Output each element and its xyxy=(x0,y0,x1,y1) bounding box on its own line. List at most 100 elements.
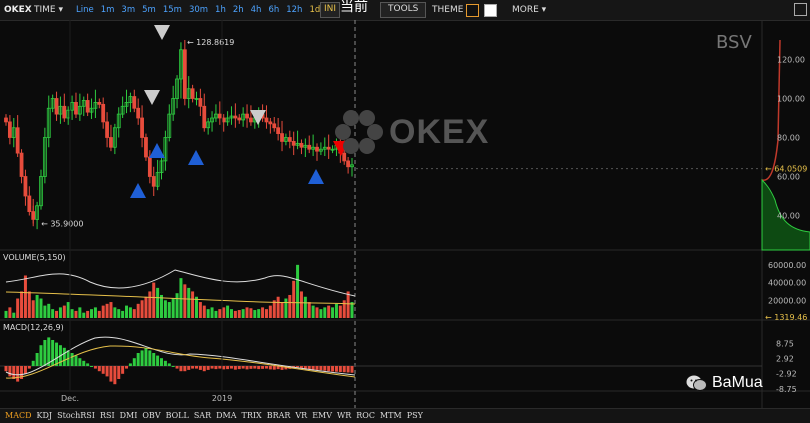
volume-bar xyxy=(43,305,47,318)
macd-bar xyxy=(93,366,97,369)
volume-bar xyxy=(327,305,331,318)
macd-bar xyxy=(125,366,129,369)
macd-bar xyxy=(55,342,59,366)
volume-bars xyxy=(4,264,354,318)
sell-signal-icon xyxy=(154,25,170,40)
buy-signal-icon xyxy=(188,150,204,165)
candle-body xyxy=(315,146,319,152)
volume-bar xyxy=(105,303,109,318)
macd-bar xyxy=(78,358,82,366)
volume-bar xyxy=(202,305,206,318)
volume-bar xyxy=(334,303,338,318)
volume-bar xyxy=(121,310,125,318)
candle-body xyxy=(202,105,207,129)
candle-body xyxy=(307,144,312,150)
interval-1m[interactable]: 1m xyxy=(101,4,115,16)
macd-bar xyxy=(183,366,187,372)
volume-bar xyxy=(163,300,167,318)
macd-bar xyxy=(82,360,86,366)
theme-dark-swatch[interactable] xyxy=(466,4,479,17)
macd-bar xyxy=(156,355,160,366)
indicator-tab-brar[interactable]: BRAR xyxy=(267,409,291,423)
macd-tick: -2.92 xyxy=(776,370,797,379)
interval-3m[interactable]: 3m xyxy=(121,4,135,16)
interval-5m[interactable]: 5m xyxy=(142,4,156,16)
candle-body xyxy=(7,121,12,138)
interval-1h[interactable]: 1h xyxy=(215,4,226,16)
candles xyxy=(4,40,354,230)
interval-1d[interactable]: 1d xyxy=(309,4,320,16)
wechat-brand-text: BaMua xyxy=(712,374,763,391)
volume-bar xyxy=(128,307,132,318)
tools-button[interactable]: TOOLS xyxy=(380,2,427,18)
price-tick: 120.00 xyxy=(777,56,805,65)
interval-15m[interactable]: 15m xyxy=(163,4,182,16)
indicator-tab-mtm[interactable]: MTM xyxy=(380,409,402,423)
volume-bar xyxy=(222,307,226,318)
indicator-tab-trix[interactable]: TRIX xyxy=(241,409,261,423)
interval-6h[interactable]: 6h xyxy=(268,4,279,16)
macd-bar xyxy=(128,363,132,366)
macd-bar xyxy=(167,363,171,366)
macd-bar xyxy=(191,366,195,369)
candle-body xyxy=(136,107,141,119)
volume-bar xyxy=(288,294,292,318)
macd-bar xyxy=(296,366,300,368)
macd-bar xyxy=(327,366,331,372)
indicator-tab-dma[interactable]: DMA xyxy=(216,409,236,423)
macd-bar xyxy=(187,366,191,370)
candle-body xyxy=(54,98,59,115)
now-label: 当前 xyxy=(340,0,368,15)
interval-line[interactable]: Line xyxy=(76,4,94,16)
volume-bar xyxy=(175,293,179,318)
indicator-tab-wr[interactable]: WR xyxy=(337,409,351,423)
interval-12h[interactable]: 12h xyxy=(286,4,302,16)
indicators-button[interactable]: INI xyxy=(320,2,341,18)
candle-body xyxy=(268,121,273,125)
indicator-tab-obv[interactable]: OBV xyxy=(142,409,160,423)
volume-bar xyxy=(132,309,136,318)
interval-30m[interactable]: 30m xyxy=(189,4,208,16)
interval-2h[interactable]: 2h xyxy=(233,4,244,16)
interval-list: Line1m3m5m15m30m1h2h4h6h12h1d1w xyxy=(76,4,347,16)
volume-bar xyxy=(264,309,268,318)
more-menu[interactable]: MORE ▾ xyxy=(512,4,546,16)
volume-bar xyxy=(113,307,117,318)
indicator-tab-roc[interactable]: ROC xyxy=(356,409,375,423)
volume-bar xyxy=(194,296,198,318)
interval-4h[interactable]: 4h xyxy=(251,4,262,16)
indicator-tab-vr[interactable]: VR xyxy=(295,409,307,423)
candle-body xyxy=(132,96,137,109)
macd-bar xyxy=(210,366,214,369)
candle-body xyxy=(237,117,242,121)
macd-pane-label: MACD(12,26,9) xyxy=(3,323,64,332)
time-menu[interactable]: TIME ▾ xyxy=(34,4,63,16)
kline-chart[interactable]: ← 128.8619 ← 35.9000 BSV 120.00 100.00 80.00 6… xyxy=(0,20,810,408)
indicator-tab-sar[interactable]: SAR xyxy=(194,409,211,423)
volume-bar xyxy=(152,282,156,318)
candle-body xyxy=(221,117,226,123)
macd-bar xyxy=(179,366,183,372)
indicator-tab-macd[interactable]: MACD xyxy=(5,409,32,423)
macd-bar xyxy=(90,366,94,367)
theme-light-swatch[interactable] xyxy=(484,4,497,17)
indicator-tab-kdj[interactable]: KDJ xyxy=(37,409,53,423)
indicator-tab-psy[interactable]: PSY xyxy=(407,409,423,423)
expand-icon[interactable] xyxy=(794,3,807,16)
indicator-tab-boll[interactable]: BOLL xyxy=(166,409,189,423)
macd-bar xyxy=(307,366,311,370)
candle-body xyxy=(249,117,253,123)
candle-body xyxy=(287,137,292,142)
indicator-tab-stochrsi[interactable]: StochRSI xyxy=(57,409,95,423)
volume-bar xyxy=(346,291,350,318)
macd-bar xyxy=(43,340,47,366)
last-price-label: ← 64.0509 xyxy=(765,165,807,174)
volume-bar xyxy=(51,309,55,318)
indicator-tab-emv[interactable]: EMV xyxy=(312,409,332,423)
buy-signal-icon xyxy=(149,143,165,158)
macd-bar xyxy=(198,366,202,370)
macd-bar xyxy=(101,366,105,374)
indicator-tab-rsi[interactable]: RSI xyxy=(100,409,115,423)
indicator-tab-dmi[interactable]: DMI xyxy=(120,409,138,423)
exchange-brand: OKEX xyxy=(4,5,32,15)
